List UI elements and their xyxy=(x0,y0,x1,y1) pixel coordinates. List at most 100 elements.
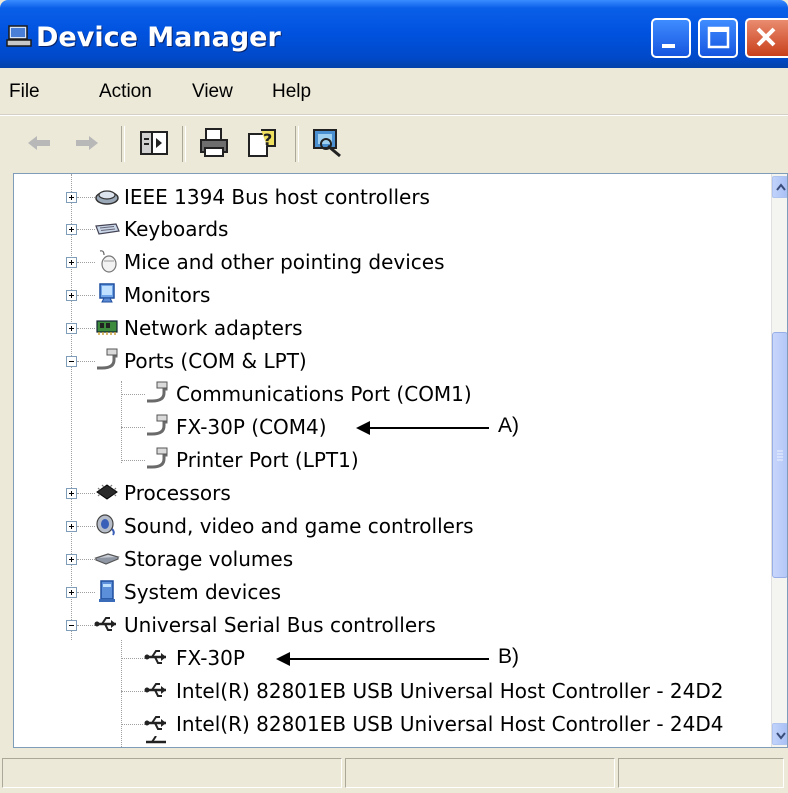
tree-item-mice[interactable]: Mice and other pointing devices xyxy=(14,247,754,277)
tree-item-label: FX-30P (COM4) xyxy=(176,415,327,439)
collapse-button[interactable] xyxy=(66,620,77,631)
tree-item-system-devices[interactable]: System devices xyxy=(14,577,754,607)
vertical-scrollbar[interactable] xyxy=(771,174,787,747)
tree-line xyxy=(121,724,145,725)
tree-item-usb-controllers[interactable]: Universal Serial Bus controllers xyxy=(14,610,754,640)
tree-item-keyboards[interactable]: Keyboards xyxy=(14,214,754,244)
tree-line xyxy=(77,361,95,362)
tree-item-ieee1394[interactable]: IEEE 1394 Bus host controllers xyxy=(14,182,754,212)
tree-item-label: IEEE 1394 Bus host controllers xyxy=(124,185,430,209)
tree-item-storage-volumes[interactable]: Storage volumes xyxy=(14,544,754,574)
scroll-up-button[interactable] xyxy=(772,176,787,198)
port-icon xyxy=(147,381,168,403)
chevron-down-icon xyxy=(776,732,786,740)
tree-item-label: Intel(R) 82801EB USB Universal Host Cont… xyxy=(176,712,724,736)
tree-item-network-adapters[interactable]: Network adapters xyxy=(14,313,754,343)
tree-item-label: Communications Port (COM1) xyxy=(176,382,472,406)
status-panel xyxy=(2,758,342,788)
port-icon xyxy=(147,414,168,436)
tree-item-com1[interactable]: Communications Port (COM1) xyxy=(14,379,754,409)
tree-line xyxy=(77,197,95,198)
storage-icon xyxy=(94,553,120,565)
toolbar-separator xyxy=(295,126,299,162)
processor-icon xyxy=(96,484,118,500)
annotation-arrow-a xyxy=(356,421,489,435)
properties-pane-icon[interactable] xyxy=(137,126,171,160)
tree-item-label: Ports (COM & LPT) xyxy=(124,349,307,373)
expand-button[interactable] xyxy=(66,224,77,235)
status-panel xyxy=(618,758,784,788)
tree-line xyxy=(121,691,145,692)
keyboard-icon xyxy=(95,223,120,235)
tree-item-label: Storage volumes xyxy=(124,547,294,571)
scroll-thumb[interactable] xyxy=(772,332,787,578)
monitor-icon xyxy=(99,283,115,303)
tree-item-label: Keyboards xyxy=(124,217,229,241)
close-icon xyxy=(756,27,776,47)
tree-line xyxy=(121,658,145,659)
tree-line xyxy=(121,460,145,461)
menu-help[interactable]: Help xyxy=(272,81,311,103)
tree-item-processors[interactable]: Processors xyxy=(14,478,754,508)
collapse-button[interactable] xyxy=(66,356,77,367)
toolbar: ? xyxy=(0,115,788,171)
tree-item-label: Monitors xyxy=(124,283,211,307)
tree-item-label: Sound, video and game controllers xyxy=(124,514,474,538)
expand-button[interactable] xyxy=(66,587,77,598)
device-tree[interactable]: IEEE 1394 Bus host controllers Keyboards… xyxy=(13,173,788,748)
tree-line xyxy=(77,262,95,263)
usb-icon xyxy=(146,736,166,744)
annotation-arrow-b xyxy=(276,652,489,666)
help-icon[interactable]: ? xyxy=(245,126,279,160)
grip-icon xyxy=(777,450,783,461)
expand-button[interactable] xyxy=(66,257,77,268)
tree-item-label: Universal Serial Bus controllers xyxy=(124,613,436,637)
tree-item-lpt1[interactable]: Printer Port (LPT1) xyxy=(14,445,754,475)
maximize-button[interactable] xyxy=(698,18,738,58)
forward-arrow-icon[interactable] xyxy=(70,126,104,160)
menu-view[interactable]: View xyxy=(192,81,233,103)
tree-line xyxy=(77,559,95,560)
minimize-button[interactable] xyxy=(651,18,691,58)
network-adapter-icon xyxy=(96,320,118,335)
tree-line xyxy=(121,427,145,428)
usb-icon xyxy=(144,716,166,730)
menu-file[interactable]: File xyxy=(9,81,40,103)
computer-icon xyxy=(6,25,32,47)
expand-button[interactable] xyxy=(66,521,77,532)
tree-line xyxy=(77,295,95,296)
tree-item-intel-24d2[interactable]: Intel(R) 82801EB USB Universal Host Cont… xyxy=(14,676,754,706)
expand-button[interactable] xyxy=(66,488,77,499)
firewire-icon xyxy=(95,190,119,205)
usb-icon xyxy=(144,683,166,697)
scroll-down-button[interactable] xyxy=(772,723,787,745)
status-bar xyxy=(0,752,788,793)
tree-item-ports[interactable]: Ports (COM & LPT) xyxy=(14,346,754,376)
back-arrow-icon[interactable] xyxy=(22,126,56,160)
usb-icon xyxy=(144,650,166,664)
toolbar-separator xyxy=(182,126,186,162)
expand-button[interactable] xyxy=(66,192,77,203)
title-bar[interactable]: Device Manager xyxy=(0,0,788,68)
expand-button[interactable] xyxy=(66,323,77,334)
tree-line xyxy=(121,394,145,395)
tree-item-sound[interactable]: Sound, video and game controllers xyxy=(14,511,754,541)
close-button[interactable] xyxy=(745,18,788,58)
expand-button[interactable] xyxy=(66,290,77,301)
tree-line xyxy=(77,625,95,626)
port-icon xyxy=(97,348,118,370)
usb-icon xyxy=(94,617,116,631)
annotation-label-a: A) xyxy=(498,414,519,437)
tree-item-label: Printer Port (LPT1) xyxy=(176,448,359,472)
tree-line xyxy=(77,493,95,494)
menu-action[interactable]: Action xyxy=(99,81,152,103)
window-title: Device Manager xyxy=(36,22,281,53)
tree-item-label: Mice and other pointing devices xyxy=(124,250,445,274)
print-icon[interactable] xyxy=(197,126,231,160)
tree-item-intel-24d4[interactable]: Intel(R) 82801EB USB Universal Host Cont… xyxy=(14,709,754,739)
tree-item-monitors[interactable]: Monitors xyxy=(14,280,754,310)
mouse-icon xyxy=(99,250,117,273)
scan-hardware-icon[interactable] xyxy=(310,126,344,160)
annotation-label-b: B) xyxy=(498,645,519,668)
expand-button[interactable] xyxy=(66,554,77,565)
